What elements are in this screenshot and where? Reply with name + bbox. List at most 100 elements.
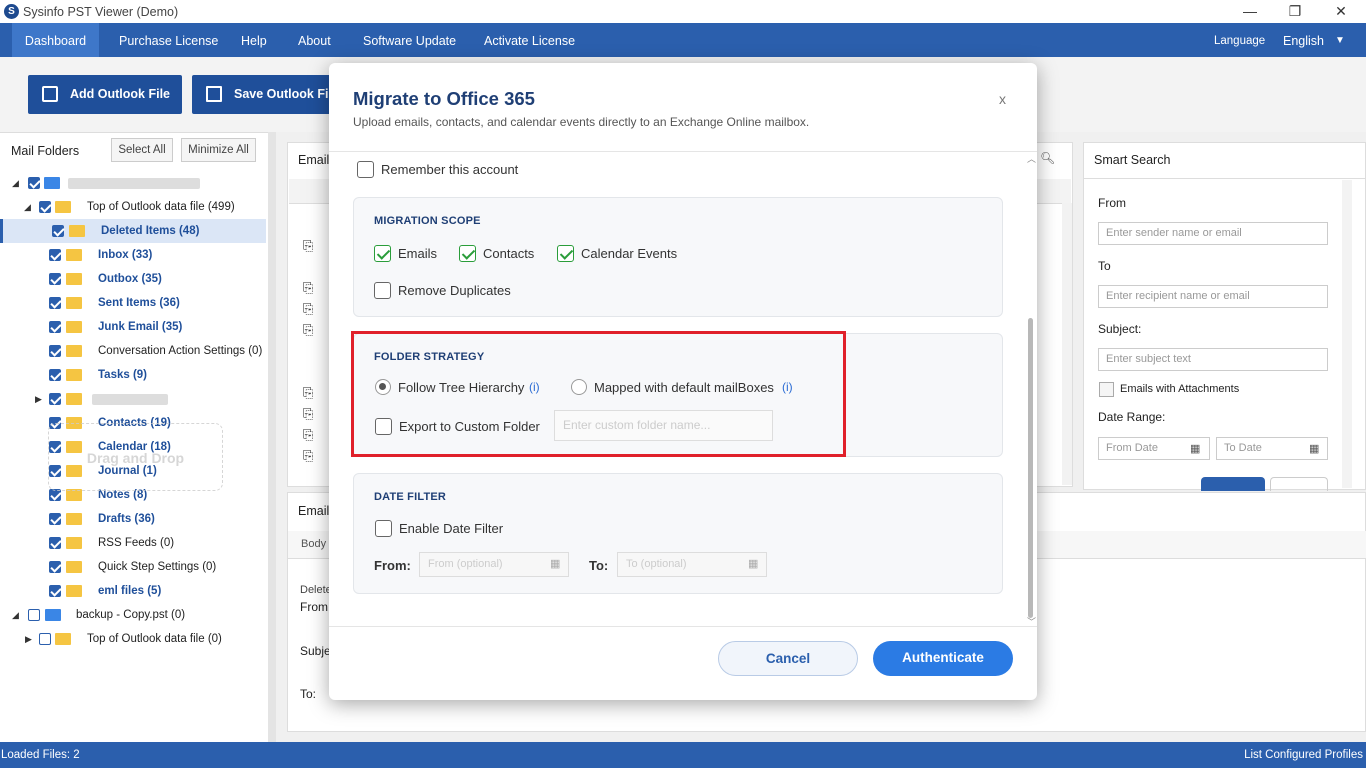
checkbox[interactable] (39, 633, 51, 645)
remove-duplicates-label: Remove Duplicates (398, 283, 511, 298)
folder-icon (55, 633, 71, 645)
tree-label: Top of Outlook data file (499) (87, 201, 235, 213)
tree-item[interactable]: RSS Feeds (0) (0, 531, 268, 555)
checkbox[interactable] (39, 201, 51, 213)
list-configured-profiles-link[interactable]: List Configured Profiles (1244, 742, 1363, 768)
save-outlook-file-label: Save Outlook File (234, 87, 339, 101)
subject-input[interactable]: Enter subject text (1098, 348, 1328, 371)
collapse-arrow-icon[interactable]: ▶ (25, 627, 32, 651)
folder-icon (66, 561, 82, 573)
contacts-checkbox[interactable] (459, 245, 476, 262)
calendar-icon[interactable]: ▦ (1309, 442, 1319, 455)
select-all-button[interactable]: Select All (111, 138, 173, 162)
checkbox[interactable] (49, 297, 61, 309)
date-from-input[interactable]: From (optional) (419, 552, 569, 577)
email-list-header: Email (298, 153, 330, 167)
checkbox[interactable] (49, 369, 61, 381)
menu-about[interactable]: About (298, 23, 331, 57)
calendar-icon[interactable]: ▦ (748, 557, 758, 570)
scrollbar[interactable] (1062, 203, 1072, 485)
tab-body[interactable]: Body (301, 538, 326, 550)
dialog-close-button[interactable]: x (999, 91, 1006, 107)
checkbox[interactable] (49, 513, 61, 525)
highlight-box (351, 331, 846, 457)
remember-account-checkbox[interactable] (357, 161, 374, 178)
checkbox[interactable] (52, 225, 64, 237)
dialog-scrollbar-thumb[interactable] (1028, 318, 1033, 618)
contacts-label: Contacts (483, 246, 535, 261)
menu-purchase-license[interactable]: Purchase License (119, 23, 218, 57)
divider (1084, 178, 1365, 179)
search-button[interactable] (1201, 477, 1265, 491)
scrollbar[interactable] (1342, 180, 1352, 488)
date-to-input[interactable]: To (optional) (617, 552, 767, 577)
checkbox[interactable] (49, 321, 61, 333)
checkbox[interactable] (49, 393, 61, 405)
tree-item[interactable]: Quick Step Settings (0) (0, 555, 268, 579)
pane-splitter[interactable] (268, 132, 276, 742)
close-icon[interactable]: ✕ (1332, 2, 1350, 20)
calendar-events-label: Calendar Events (581, 246, 678, 261)
tree-item[interactable]: Conversation Action Settings (0) (0, 339, 268, 363)
language-select[interactable]: English ▼ (1283, 23, 1353, 57)
checkbox[interactable] (49, 249, 61, 261)
redacted-file-name (68, 178, 200, 189)
menu-software-update[interactable]: Software Update (363, 23, 456, 57)
tree-item[interactable]: Junk Email (35) (0, 315, 268, 339)
minimize-all-button[interactable]: Minimize All (181, 138, 256, 162)
checkbox[interactable] (28, 609, 40, 621)
checkbox[interactable] (28, 177, 40, 189)
collapse-arrow-icon[interactable]: ▶ (35, 387, 42, 411)
drag-and-drop-zone[interactable]: Drag and Drop (48, 423, 223, 491)
tree-item[interactable]: Sent Items (36) (0, 291, 268, 315)
authenticate-button[interactable]: Authenticate (873, 641, 1013, 676)
scroll-down-icon[interactable]: ﹀ (1027, 615, 1036, 626)
tree-item[interactable]: Outbox (35) (0, 267, 268, 291)
attachments-label: Emails with Attachments (1120, 383, 1240, 395)
folder-icon (66, 345, 82, 357)
tree-root-pst[interactable]: ◢ (0, 171, 268, 195)
checkbox[interactable] (49, 345, 61, 357)
minimize-icon[interactable]: — (1241, 2, 1259, 20)
mail-folders-title: Mail Folders (11, 144, 80, 158)
attachments-checkbox[interactable] (1099, 382, 1114, 397)
attachment-icon: ⎘ (303, 301, 314, 316)
expand-arrow-icon[interactable]: ◢ (12, 603, 19, 627)
checkbox[interactable] (49, 561, 61, 573)
tree-item[interactable]: ▶ Top of Outlook data file (0) (0, 627, 268, 651)
checkbox[interactable] (49, 537, 61, 549)
save-outlook-file-button[interactable]: Save Outlook File (192, 75, 352, 114)
tree-item[interactable]: eml files (5) (0, 579, 268, 603)
calendar-icon[interactable]: ▦ (550, 557, 560, 570)
tree-root-backup[interactable]: ◢ backup - Copy.pst (0) (0, 603, 268, 627)
tree-item[interactable]: Drafts (36) (0, 507, 268, 531)
tree-item[interactable]: Tasks (9) (0, 363, 268, 387)
clear-button[interactable] (1270, 477, 1328, 491)
date-filter-title: DATE FILTER (374, 491, 447, 503)
tree-item[interactable]: ▶ (0, 387, 268, 411)
calendar-events-checkbox[interactable] (557, 245, 574, 262)
calendar-icon[interactable]: ▦ (1190, 442, 1200, 455)
tree-item[interactable]: Inbox (33) (0, 243, 268, 267)
checkbox[interactable] (49, 585, 61, 597)
attachment-icon: ⎘ (303, 385, 314, 400)
expand-arrow-icon[interactable]: ◢ (24, 195, 31, 219)
emails-checkbox[interactable] (374, 245, 391, 262)
to-label: To (1098, 259, 1111, 273)
menu-activate-license[interactable]: Activate License (484, 23, 575, 57)
sender-input[interactable]: Enter sender name or email (1098, 222, 1328, 245)
cancel-button[interactable]: Cancel (718, 641, 858, 676)
add-outlook-file-button[interactable]: Add Outlook File (28, 75, 182, 114)
checkbox[interactable] (49, 273, 61, 285)
menu-help[interactable]: Help (241, 23, 267, 57)
search-icon[interactable]: 🔍︎ (1040, 151, 1055, 165)
enable-date-filter-checkbox[interactable] (375, 520, 392, 537)
restore-icon[interactable]: ❐ (1286, 2, 1304, 20)
recipient-input[interactable]: Enter recipient name or email (1098, 285, 1328, 308)
menu-dashboard[interactable]: Dashboard (12, 23, 99, 57)
expand-arrow-icon[interactable]: ◢ (12, 171, 19, 195)
tree-item[interactable]: ◢ Top of Outlook data file (499) (0, 195, 268, 219)
remove-duplicates-checkbox[interactable] (374, 282, 391, 299)
tree-item-selected[interactable]: Deleted Items (48) (0, 219, 266, 243)
scroll-up-icon[interactable]: ︿ (1027, 152, 1036, 165)
